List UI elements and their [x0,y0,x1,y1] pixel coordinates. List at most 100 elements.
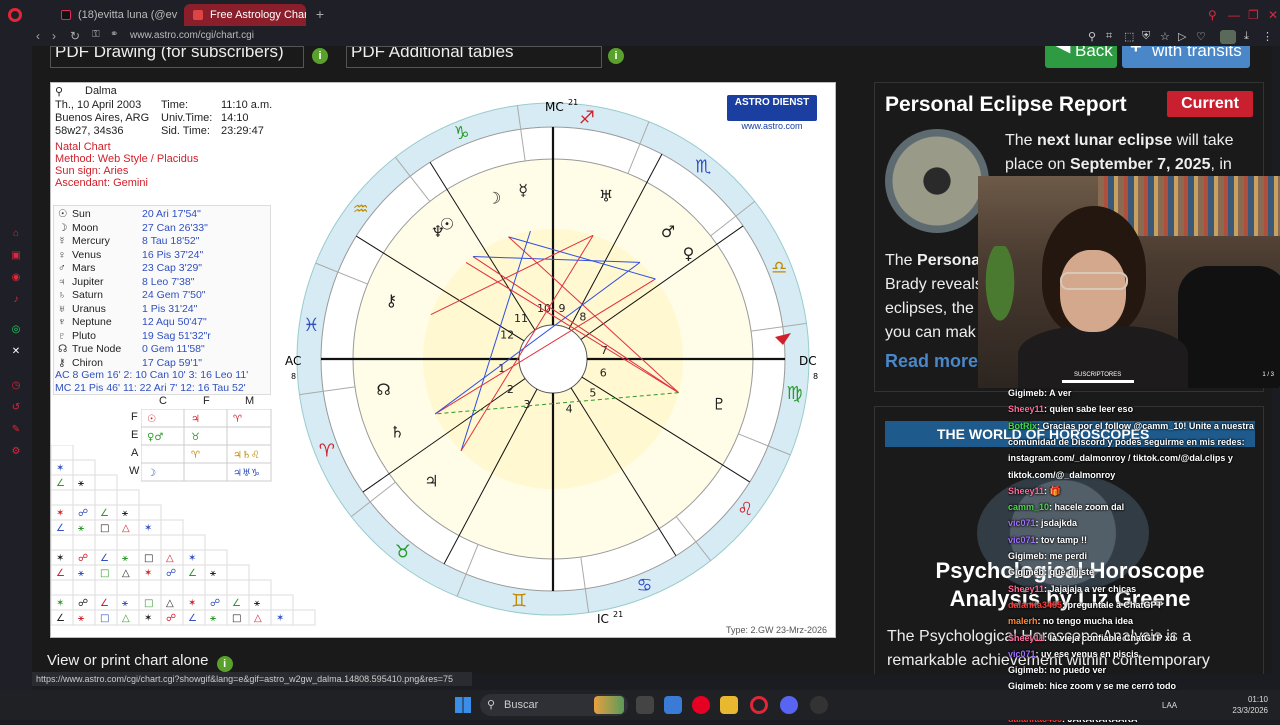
planet-name: Venus [72,248,102,261]
lead-text: , in [1210,156,1232,173]
taskview-icon[interactable] [636,696,654,714]
pdf-drawing-button[interactable]: PDF Drawing (for subscribers) [50,46,304,68]
aspect-symbol-icon: ⚹ [122,598,128,609]
aspect-cell [116,489,140,506]
body-text: eclipses, the [885,300,974,317]
chat-message: BotRix: Gracias por el follow @camm_10! … [1008,421,1280,432]
chart-type: Natal Chart [55,141,111,153]
minimize-icon[interactable]: — [1228,8,1240,22]
planet-glyph-icon: ♀ [58,248,66,261]
aspect-symbol-icon: ☍ [78,598,88,609]
aspect-cell [116,534,140,551]
clock[interactable]: 01:10 23/3/2026 [1222,694,1268,716]
house-number: 3 [524,398,531,411]
search-tabs-icon[interactable]: ⚲ [1208,8,1217,22]
info-icon[interactable]: i [608,48,624,64]
discord-icon[interactable] [780,696,798,714]
play-icon[interactable]: ▷ [1178,30,1186,43]
status-url: https://www.astro.com/cgi/chart.cgi?show… [32,672,472,686]
opera-logo-icon[interactable] [8,8,22,22]
chat-message: Gigimeb: A ver [1008,388,1280,399]
pinboard-icon[interactable]: ✎ [10,424,22,436]
widget-icon[interactable] [594,696,624,714]
download-icon[interactable]: ⤓ [1244,30,1249,43]
music-icon[interactable]: ♪ [10,294,22,306]
windows-start-icon[interactable] [455,697,471,713]
time-value: 11:10 a.m. [221,99,273,111]
messenger-icon[interactable]: ◉ [10,272,22,284]
snapshot-icon[interactable]: ⬚ [1124,30,1134,43]
aspect-cell [72,474,96,491]
whatsapp-icon[interactable]: ◎ [10,324,22,336]
aspect-cell [204,549,228,566]
natal-chart-image[interactable]: ⚲ Dalma Th., 10 April 2003 Buenos Aires,… [50,82,836,638]
planet-name: Mars [72,262,96,274]
pdf-tables-button[interactable]: PDF Additional tables [346,46,602,68]
star-icon[interactable]: ☆ [1160,30,1170,43]
windows-taskbar: ⚲ Buscar LAA 01:10 23/3/2026 [0,690,1280,720]
aspect-symbol-icon: □ [144,553,153,564]
back-icon[interactable]: ‹ [36,29,40,43]
home-icon[interactable]: ⌂ [10,228,22,240]
info-icon[interactable]: i [312,48,328,64]
settings-icon[interactable]: ⚙ [10,446,22,458]
x-icon[interactable]: ✕ [10,346,22,358]
lang-indicator[interactable]: LAA [1162,700,1177,711]
profile-avatar[interactable] [1220,30,1236,44]
close-icon[interactable]: ✕ [1268,8,1278,22]
reload-icon[interactable]: ↻ [70,29,80,43]
url-field[interactable]: www.astro.com/cgi/chart.cgi [130,30,254,41]
house-number: 11 [514,312,528,325]
new-tab-button[interactable]: + [312,6,328,22]
dc-degree: 8 [813,372,818,381]
flow-icon[interactable]: ◷ [10,380,22,392]
chat-user: Sheey11 [1008,632,1045,643]
mc-degree: 21 [568,98,578,107]
streamer-body [1018,326,1188,388]
aspect-cell [138,504,162,521]
aspect-cell [116,579,140,596]
planet-glyph-icon: ♇ [712,395,726,414]
planet-row: ⚷ Chiron 17 Cap 59'1" [58,357,202,370]
obs-icon[interactable] [810,696,828,714]
shield-icon[interactable]: ⛨ [1142,30,1150,43]
folder-icon[interactable] [720,696,738,714]
opera-icon[interactable] [750,696,768,714]
aspect-cell [160,534,184,551]
chat-text: : hacele zoom dal [1049,502,1125,513]
aspect-symbol-icon: ∠ [100,553,109,564]
aspect-cell [204,609,228,626]
zoom-icon[interactable]: ⚲ [1088,30,1096,43]
zodiac-sign-icon: ♑ [454,123,470,144]
camera-icon[interactable]: ⌗ [1106,30,1112,43]
planet-row: ♃ Jupiter 8 Leo 7'38" [58,276,194,289]
planet-row: ☊ True Node 0 Gem 11'58" [58,343,205,356]
chat-message: Sheey11: 🎁 [1008,486,1280,497]
view-print-link[interactable]: View or print chart alone i [47,652,233,672]
planet-glyph-icon: ☽ [487,188,501,207]
site-info-icon[interactable]: ⚭ [110,29,118,40]
read-more-link[interactable]: Read more [885,351,978,372]
maximize-icon[interactable]: ❐ [1248,8,1259,22]
bag-icon[interactable]: ▣ [10,250,22,262]
forward-icon[interactable]: › [52,29,56,43]
address-bar: ‹ › ↻ ⚿ ⚭ www.astro.com/cgi/chart.cgi ⚲ … [32,28,1280,46]
astro-favicon-icon [193,10,203,20]
tab-tiktok[interactable]: (18)evitta luna (@evitta_lu [52,4,178,26]
chat-user: Sheey11 [1008,583,1045,594]
planet-row: ♂ Mars 23 Cap 3'29" [58,262,202,275]
aspect-cell [72,609,96,626]
tab-bar: (18)evitta luna (@evitta_lu Free Astrolo… [32,0,1280,28]
menu-icon[interactable]: ⋮ [1262,30,1273,43]
eclipse-image[interactable] [885,129,989,233]
tab-astro[interactable]: Free Astrology Chart [184,4,306,26]
pinterest-icon[interactable] [692,696,710,714]
photos-icon[interactable] [664,696,682,714]
transits-button[interactable]: + with transits [1122,46,1250,68]
history-icon[interactable]: ↺ [10,402,22,414]
back-button[interactable]: ◀ Back [1045,46,1117,68]
security-icon[interactable]: ⚿ [92,29,100,40]
heart-icon[interactable]: ♡ [1196,30,1206,43]
planet-positions-table: ☉ Sun 20 Ari 17'54" ☽ Moon 27 Can 26'33" ☿ Merc… [53,205,271,395]
planet-position: 17 Cap 59'1" [142,356,203,369]
